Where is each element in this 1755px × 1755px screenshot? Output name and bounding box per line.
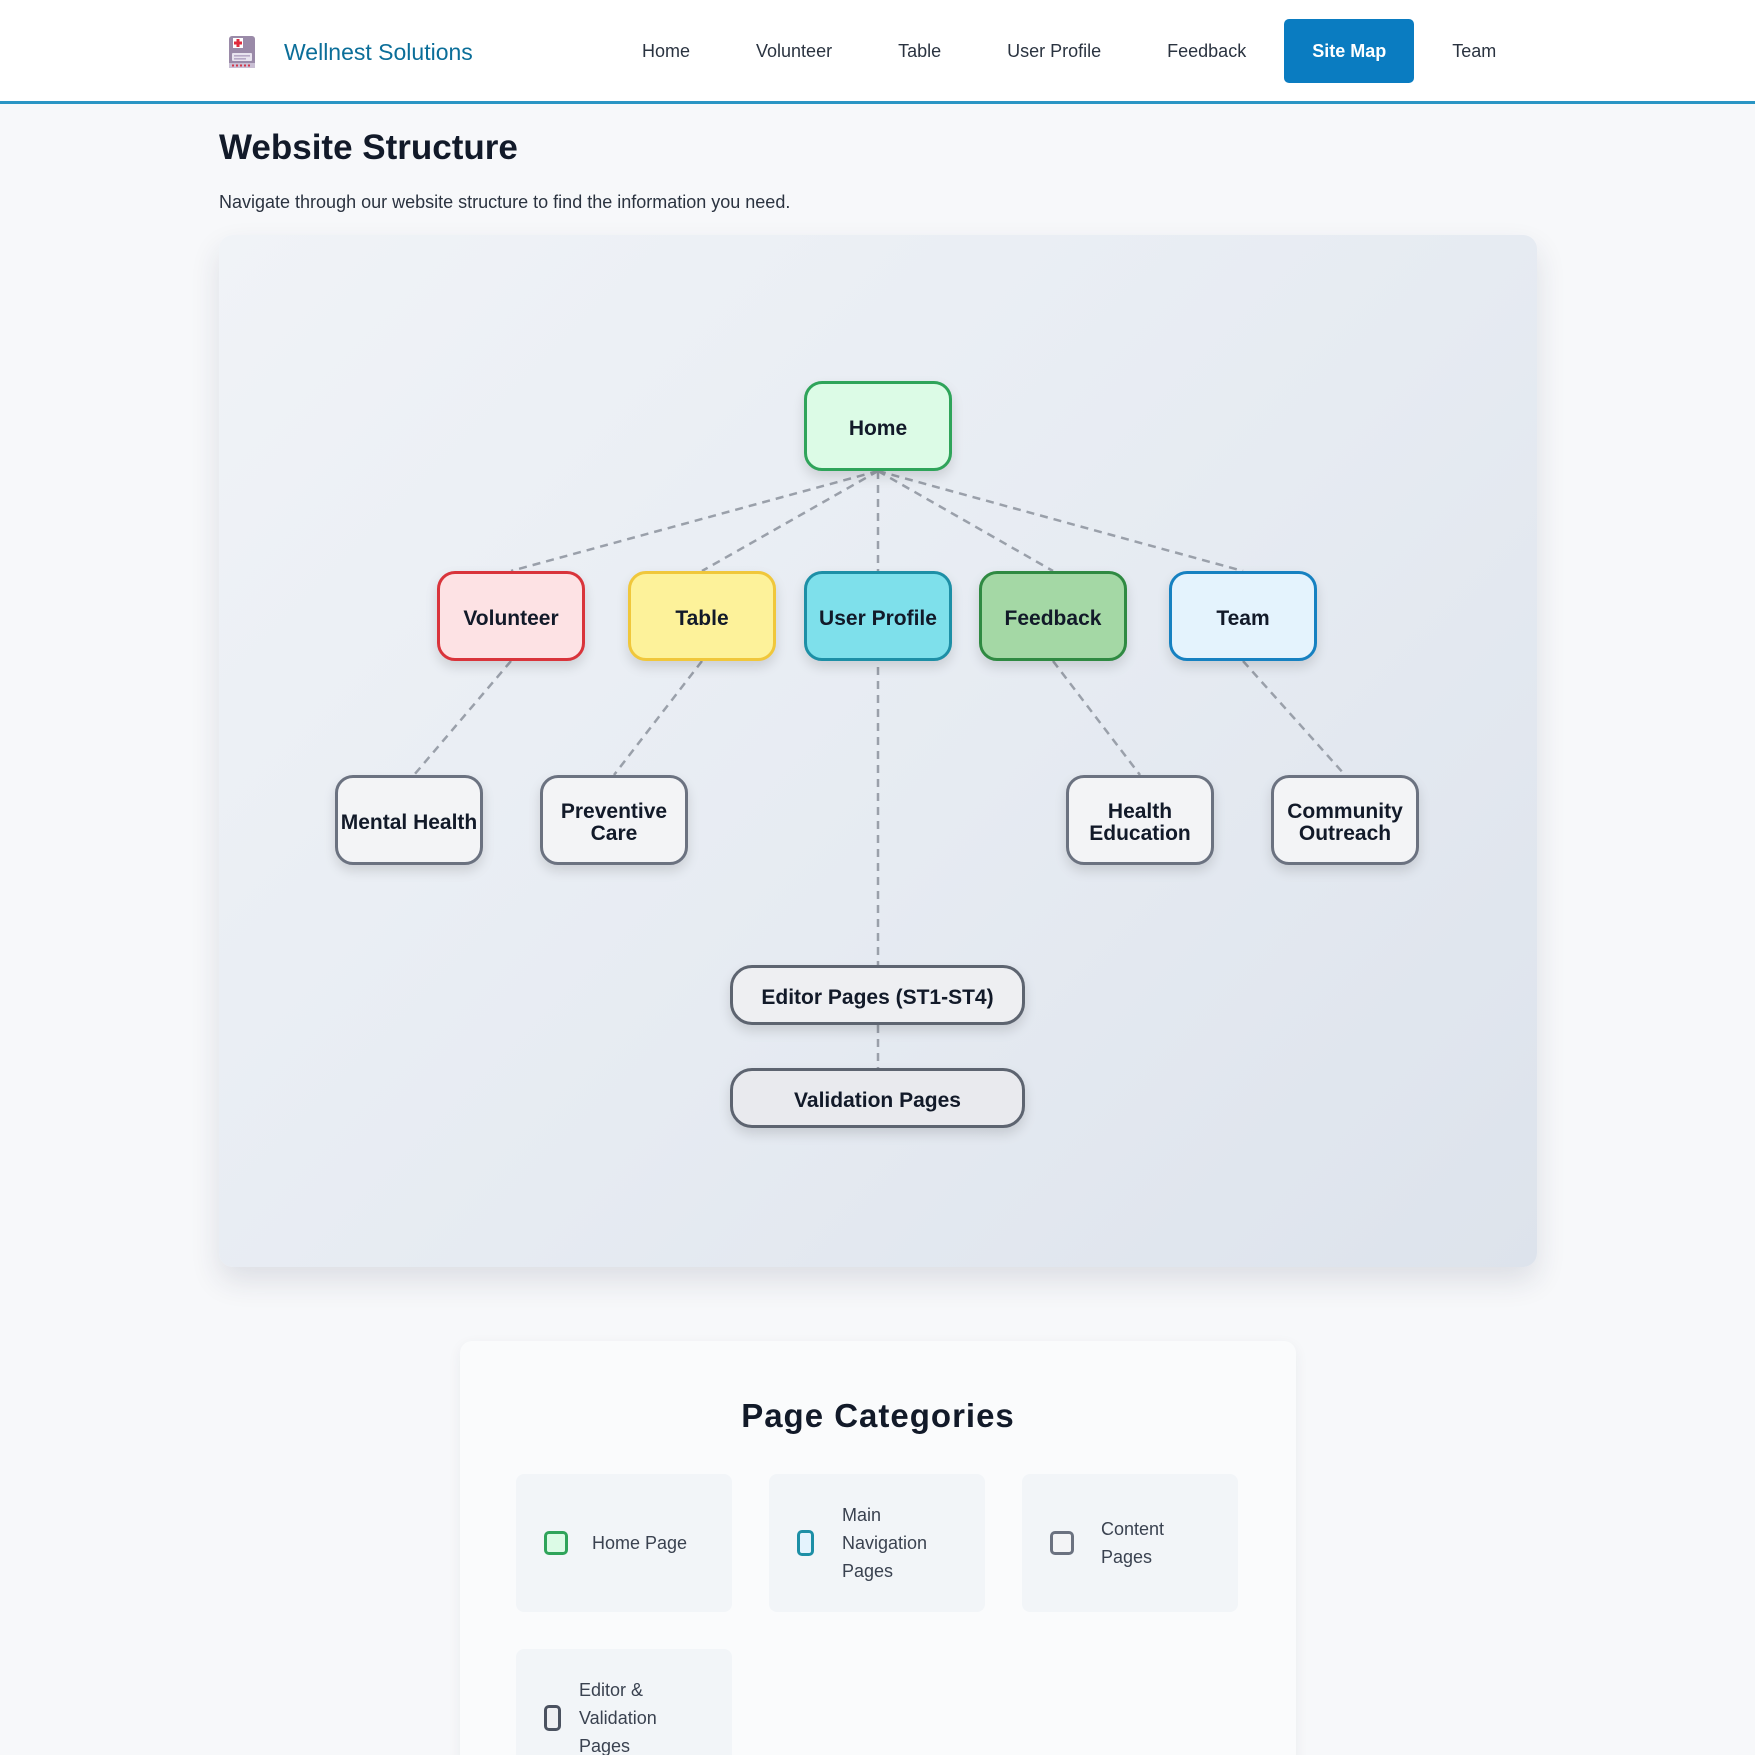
edge-home-volunteer [510, 469, 879, 573]
page-title: Website Structure [219, 128, 518, 167]
node-home[interactable]: Home [804, 381, 952, 471]
node-feedback[interactable]: Feedback [979, 571, 1127, 661]
nav-home[interactable]: Home [614, 19, 718, 83]
site-header: Wellnest Solutions Home Volunteer Table … [0, 0, 1755, 104]
nav-table[interactable]: Table [870, 19, 969, 83]
main-nav: Home Volunteer Table User Profile Feedba… [614, 18, 1534, 84]
category-label: Main Navigation Pages [842, 1505, 928, 1581]
node-editor-pages[interactable]: Editor Pages (ST1-ST4) [730, 965, 1025, 1025]
node-validation-pages[interactable]: Validation Pages [730, 1068, 1025, 1128]
nav-site-map[interactable]: Site Map [1284, 19, 1415, 83]
brand-name: Wellnest Solutions [284, 38, 473, 65]
node-preventive-care[interactable]: Preventive Care [540, 775, 688, 865]
category-main-navigation: Main Navigation Pages [769, 1474, 985, 1612]
brand[interactable]: Wellnest Solutions [226, 32, 473, 72]
edge-team-community-outreach [1242, 660, 1346, 776]
category-label: Content Pages [1101, 1519, 1165, 1567]
node-table[interactable]: Table [628, 571, 776, 661]
category-content-pages: Content Pages [1022, 1474, 1238, 1612]
legend-swatch-icon [544, 1705, 561, 1731]
nav-team[interactable]: Team [1424, 19, 1524, 83]
node-team[interactable]: Team [1169, 571, 1317, 661]
edge-home-team [877, 469, 1244, 573]
nav-feedback[interactable]: Feedback [1139, 19, 1274, 83]
node-mental-health[interactable]: Mental Health [335, 775, 483, 865]
node-user-profile[interactable]: User Profile [804, 571, 952, 661]
node-community-outreach[interactable]: Community Outreach [1271, 775, 1419, 865]
categories-title: Page Categories [741, 1397, 1015, 1434]
edge-home-feedback [877, 469, 1054, 573]
nav-volunteer[interactable]: Volunteer [728, 19, 860, 83]
edge-volunteer-mental-health [413, 660, 512, 776]
nav-user-profile[interactable]: User Profile [979, 19, 1129, 83]
node-health-education[interactable]: Health Education [1066, 775, 1214, 865]
legend-swatch-icon [1050, 1531, 1074, 1555]
category-label: Home Page [592, 1533, 688, 1553]
category-label: Editor & Validation Pages [579, 1680, 657, 1755]
medical-document-icon [229, 36, 255, 68]
category-home-page: Home Page [516, 1474, 732, 1612]
category-editor-validation: Editor & Validation Pages [516, 1649, 732, 1755]
edge-table-preventive-care [613, 660, 703, 776]
legend-swatch-icon [544, 1531, 568, 1555]
page-categories-card: Page Categories Home Page Main Navigatio… [460, 1341, 1296, 1755]
page-subtitle: Navigate through our website structure t… [219, 192, 791, 212]
node-volunteer[interactable]: Volunteer [437, 571, 585, 661]
edge-feedback-health-education [1052, 660, 1141, 776]
sitemap-diagram: Home Volunteer Table User Profile Feedba… [219, 235, 1537, 1267]
legend-swatch-icon [797, 1530, 814, 1556]
edge-home-table [701, 469, 879, 573]
